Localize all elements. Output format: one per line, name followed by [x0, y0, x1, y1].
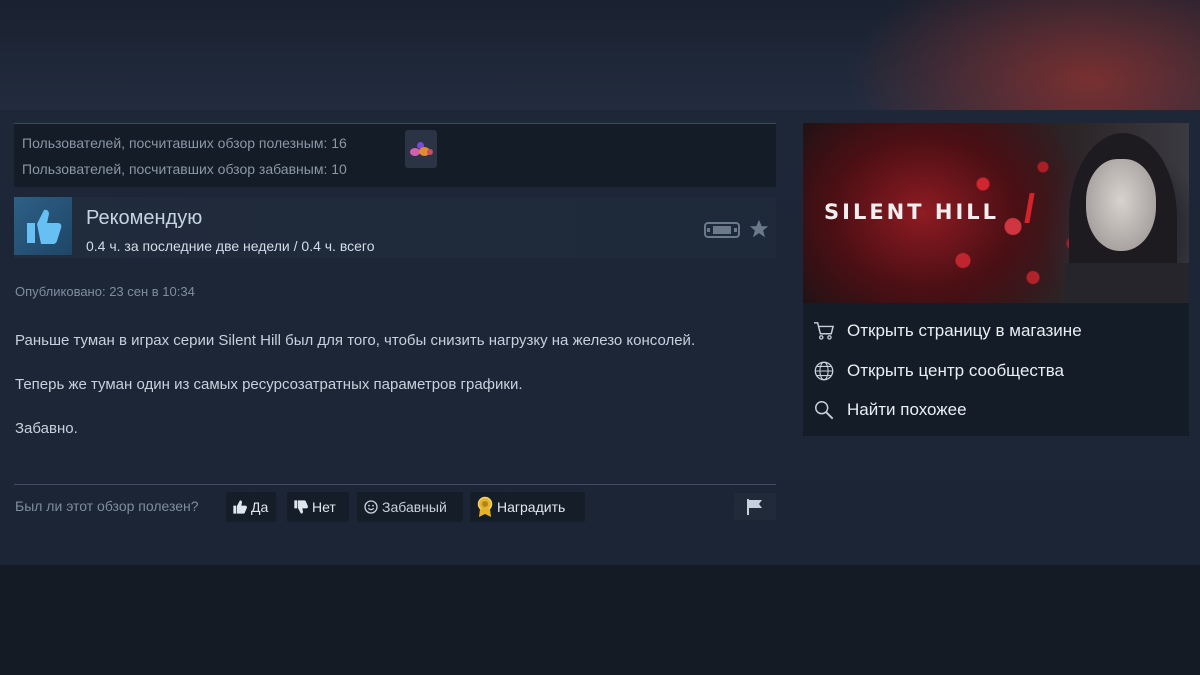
- cart-icon: [814, 322, 835, 340]
- award-label: Наградить: [497, 499, 566, 515]
- report-flag-button[interactable]: [734, 493, 776, 520]
- star-icon[interactable]: [748, 218, 770, 245]
- recommendation-title: Рекомендую: [86, 207, 203, 229]
- community-link-label: Открыть центр сообщества: [847, 361, 1065, 380]
- funny-count-text: Пользователей, посчитавших обзор забавны…: [22, 161, 347, 177]
- store-link-label: Открыть страницу в магазине: [847, 321, 1082, 340]
- review-body: Раньше туман в играх серии Silent Hill б…: [15, 330, 765, 462]
- review-paragraph: Теперь же туман один из самых ресурсозат…: [15, 376, 523, 393]
- vote-funny-button[interactable]: Забавный: [357, 492, 463, 522]
- find-similar-link[interactable]: Найти похожее: [813, 395, 967, 425]
- flag-icon: [747, 498, 762, 515]
- vote-no-label: Нет: [312, 499, 336, 515]
- divider: [14, 484, 776, 485]
- review-paragraph: Раньше туман в играх серии Silent Hill б…: [15, 332, 696, 349]
- helpful-count-text: Пользователей, посчитавших обзор полезны…: [22, 135, 347, 151]
- globe-icon: [814, 361, 834, 381]
- search-icon: [815, 401, 834, 420]
- similar-link-label: Найти похожее: [847, 400, 967, 419]
- award-icon[interactable]: [405, 130, 437, 168]
- footer-background: [0, 565, 1200, 675]
- steam-deck-icon: [704, 221, 740, 244]
- thumbs-up-icon: [14, 197, 72, 255]
- vote-funny-label: Забавный: [382, 499, 447, 515]
- review-votes-panel: Пользователей, посчитавших обзор полезны…: [14, 123, 776, 187]
- award-ribbon-icon: [477, 496, 493, 517]
- helpful-question: Был ли этот обзор полезен?: [15, 498, 199, 514]
- vote-yes-button[interactable]: Да: [226, 492, 276, 522]
- game-cover-image[interactable]: SILENT HILL: [803, 123, 1189, 303]
- smiley-icon: [364, 500, 378, 514]
- game-logo-text: SILENT HILL: [824, 200, 1000, 224]
- header-banner: [0, 0, 1200, 110]
- published-date: Опубликовано: 23 сен в 10:34: [15, 284, 195, 299]
- review-header: Рекомендую 0.4 ч. за последние две недел…: [14, 197, 776, 258]
- store-page-link[interactable]: Открыть страницу в магазине: [813, 316, 1082, 346]
- vote-yes-label: Да: [251, 499, 269, 515]
- playtime-text: 0.4 ч. за последние две недели / 0.4 ч. …: [86, 238, 375, 254]
- award-button[interactable]: Наградить: [470, 492, 585, 522]
- review-paragraph: Забавно.: [15, 420, 78, 437]
- community-hub-link[interactable]: Открыть центр сообщества: [813, 356, 1064, 386]
- thumbs-up-icon: [233, 500, 247, 514]
- thumbs-down-icon: [294, 500, 308, 514]
- vote-no-button[interactable]: Нет: [287, 492, 349, 522]
- game-card: SILENT HILL Открыть страницу в магазине …: [803, 123, 1189, 436]
